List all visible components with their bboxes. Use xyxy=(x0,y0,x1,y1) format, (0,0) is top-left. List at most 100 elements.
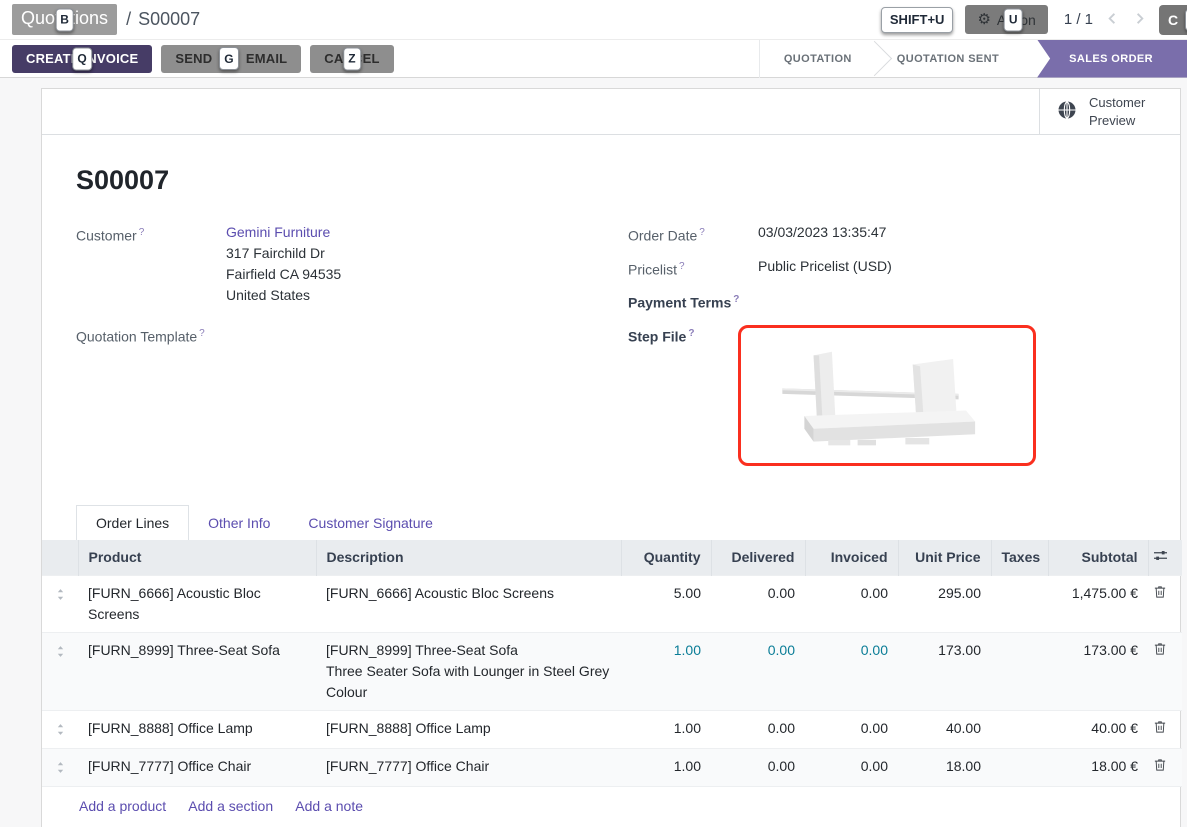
cell-delivered[interactable]: 0.00 xyxy=(711,711,805,749)
cell-taxes[interactable] xyxy=(991,749,1048,787)
breadcrumb-quotations-link[interactable]: Quotations B xyxy=(12,4,117,35)
drag-handle-icon xyxy=(56,760,65,776)
step-file-3d-preview xyxy=(774,337,1000,454)
field-column-left: Customer? Gemini Furniture 317 Fairchild… xyxy=(76,222,628,475)
cell-taxes[interactable] xyxy=(991,633,1048,711)
customer-value: Gemini Furniture 317 Fairchild Dr Fairfi… xyxy=(226,222,341,306)
cell-invoiced[interactable]: 0.00 xyxy=(805,749,898,787)
help-icon: ? xyxy=(199,328,205,339)
order-date-field[interactable]: 03/03/2023 13:35:47 xyxy=(758,222,886,247)
optional-columns-button[interactable] xyxy=(1148,540,1182,576)
sliders-icon xyxy=(1153,549,1168,565)
cell-delivered[interactable]: 0.00 xyxy=(711,633,805,711)
cell-description[interactable]: [FURN_6666] Acoustic Bloc Screens xyxy=(316,576,621,633)
odoo-sales-order-screen: Quotations B / S00007 SHIFT+U ⚙ Action U… xyxy=(0,0,1187,827)
cell-invoiced[interactable]: 0.00 xyxy=(805,711,898,749)
customer-address-line1: 317 Fairchild Dr xyxy=(226,243,341,264)
cell-unit-price[interactable]: 40.00 xyxy=(898,711,991,749)
order-lines-table: Product Description Quantity Delivered I… xyxy=(42,540,1182,827)
status-step-quotation-sent[interactable]: QUOTATION SENT xyxy=(873,40,1023,78)
cell-description[interactable]: [FURN_7777] Office Chair xyxy=(316,749,621,787)
create-invoice-button[interactable]: CREATE INVOICE Q xyxy=(12,45,152,73)
customer-link[interactable]: Gemini Furniture xyxy=(226,224,330,240)
send-email-label-left: SEND xyxy=(175,51,212,66)
column-header-product[interactable]: Product xyxy=(78,540,316,576)
column-header-invoiced[interactable]: Invoiced xyxy=(805,540,898,576)
cell-subtotal: 173.00 € xyxy=(1048,633,1148,711)
drag-handle[interactable] xyxy=(42,711,78,749)
column-header-subtotal[interactable]: Subtotal xyxy=(1048,540,1148,576)
column-header-quantity[interactable]: Quantity xyxy=(621,540,711,576)
description-line-1: [FURN_8999] Three-Seat Sofa xyxy=(326,642,518,658)
add-a-product-link[interactable]: Add a product xyxy=(79,798,166,814)
help-icon: ? xyxy=(688,328,694,339)
customer-address-line3: United States xyxy=(226,285,341,306)
cell-unit-price[interactable]: 295.00 xyxy=(898,576,991,633)
add-a-section-link[interactable]: Add a section xyxy=(188,798,273,814)
table-row: [FURN_7777] Office Chair [FURN_7777] Off… xyxy=(42,749,1182,787)
pricelist-field[interactable]: Public Pricelist (USD) xyxy=(758,256,892,281)
cell-invoiced[interactable]: 0.00 xyxy=(805,633,898,711)
trash-icon xyxy=(1154,643,1166,659)
pager-next-button[interactable] xyxy=(1132,11,1147,29)
cell-product[interactable]: [FURN_8999] Three-Seat Sofa xyxy=(78,633,316,711)
delete-row-button[interactable] xyxy=(1148,711,1182,749)
add-a-note-link[interactable]: Add a note xyxy=(295,798,363,814)
cell-quantity[interactable]: 5.00 xyxy=(621,576,711,633)
pager-previous-button[interactable] xyxy=(1105,11,1120,29)
column-header-unit-price[interactable]: Unit Price xyxy=(898,540,991,576)
breadcrumb-record-name: S00007 xyxy=(138,9,200,30)
tab-order-lines[interactable]: Order Lines xyxy=(76,505,189,540)
create-button-label: C xyxy=(1168,12,1178,28)
delete-row-button[interactable] xyxy=(1148,633,1182,711)
cancel-button[interactable]: CANCEL Z xyxy=(310,45,393,73)
form-sheet: S00007 Customer? Gemini Furniture 317 Fa… xyxy=(42,135,1180,540)
cell-quantity[interactable]: 1.00 xyxy=(621,633,711,711)
customer-preview-label: Customer Preview xyxy=(1089,94,1155,129)
globe-icon xyxy=(1057,100,1077,123)
step-file-image-field[interactable] xyxy=(738,325,1036,466)
cell-quantity[interactable]: 1.00 xyxy=(621,749,711,787)
drag-handle[interactable] xyxy=(42,576,78,633)
help-icon: ? xyxy=(699,227,705,238)
action-menu-button[interactable]: ⚙ Action U xyxy=(965,5,1047,34)
cell-unit-price[interactable]: 173.00 xyxy=(898,633,991,711)
customer-preview-button[interactable]: Customer Preview xyxy=(1039,89,1180,134)
trash-icon xyxy=(1154,721,1166,737)
cell-invoiced[interactable]: 0.00 xyxy=(805,576,898,633)
drag-handle[interactable] xyxy=(42,749,78,787)
delete-row-button[interactable] xyxy=(1148,749,1182,787)
cell-unit-price[interactable]: 18.00 xyxy=(898,749,991,787)
help-icon: ? xyxy=(733,294,739,305)
hotkey-badge-send-email: G xyxy=(219,47,239,70)
cell-taxes[interactable] xyxy=(991,711,1048,749)
cell-delivered[interactable]: 0.00 xyxy=(711,576,805,633)
table-row: [FURN_8999] Three-Seat Sofa [FURN_8999] … xyxy=(42,633,1182,711)
cell-delivered[interactable]: 0.00 xyxy=(711,749,805,787)
cell-quantity[interactable]: 1.00 xyxy=(621,711,711,749)
cell-description[interactable]: [FURN_8999] Three-Seat Sofa Three Seater… xyxy=(316,633,621,711)
record-action-bar: CREATE INVOICE Q SEND G EMAIL CANCEL Z Q… xyxy=(0,40,1187,78)
tab-other-info[interactable]: Other Info xyxy=(189,506,289,540)
tab-customer-signature[interactable]: Customer Signature xyxy=(289,506,452,540)
field-row-order-date: Order Date? 03/03/2023 13:35:47 xyxy=(628,222,1146,247)
cell-product[interactable]: [FURN_7777] Office Chair xyxy=(78,749,316,787)
send-email-button[interactable]: SEND G EMAIL xyxy=(161,45,301,73)
field-column-right: Order Date? 03/03/2023 13:35:47 Pricelis… xyxy=(628,222,1146,475)
drag-handle[interactable] xyxy=(42,633,78,711)
column-header-description[interactable]: Description xyxy=(316,540,621,576)
cell-description[interactable]: [FURN_8888] Office Lamp xyxy=(316,711,621,749)
customer-label: Customer? xyxy=(76,222,226,306)
cell-product[interactable]: [FURN_6666] Acoustic Bloc Screens xyxy=(78,576,316,633)
cell-product[interactable]: [FURN_8888] Office Lamp xyxy=(78,711,316,749)
delete-row-button[interactable] xyxy=(1148,576,1182,633)
status-step-sales-order-active[interactable]: SALES ORDER xyxy=(1037,40,1187,78)
hotkey-badge-cancel: Z xyxy=(343,47,361,70)
cell-taxes[interactable] xyxy=(991,576,1048,633)
column-header-delivered[interactable]: Delivered xyxy=(711,540,805,576)
create-button-partially-visible[interactable]: C xyxy=(1159,5,1187,35)
column-header-taxes[interactable]: Taxes xyxy=(991,540,1048,576)
breadcrumb-separator: / xyxy=(126,9,131,30)
chevron-right-icon xyxy=(1132,11,1147,29)
send-email-label-right: EMAIL xyxy=(246,51,287,66)
